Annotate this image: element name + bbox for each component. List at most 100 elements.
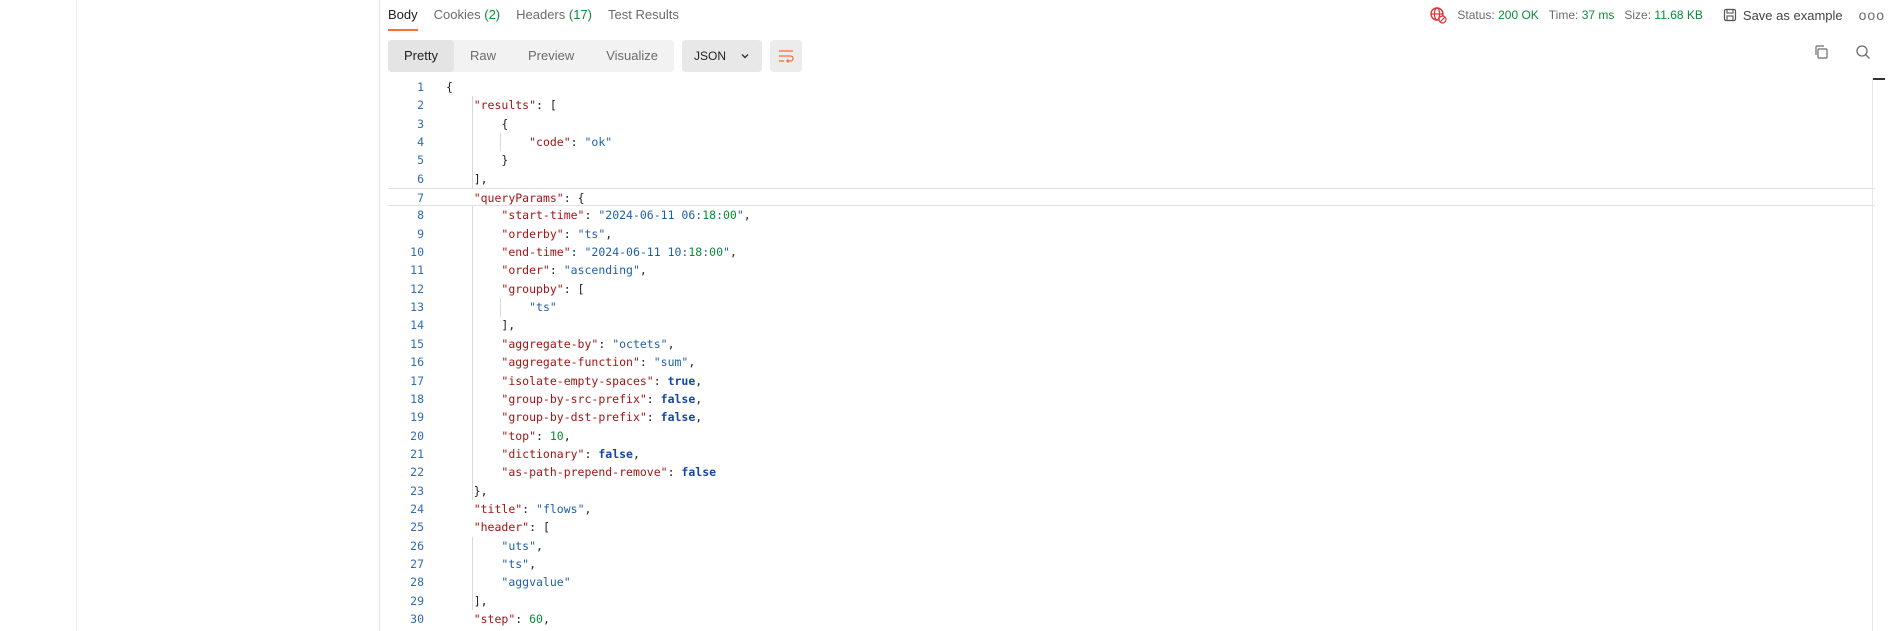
code-line-text: "queryParams": {	[473, 191, 585, 206]
code-line: 8 "start-time": "2024-06-11 06:18:00",	[388, 206, 1875, 224]
line-number: 4	[417, 135, 424, 150]
code-line-text: }	[446, 153, 509, 168]
view-visualize-button[interactable]: Visualize	[590, 40, 674, 72]
copy-icon[interactable]	[1813, 44, 1829, 60]
line-number: 23	[410, 483, 424, 498]
code-line: 25 "header": [	[388, 518, 1875, 536]
code-line-text: {	[446, 80, 453, 94]
code-line-text: "start-time": "2024-06-11 06:18:00",	[501, 208, 751, 223]
response-body-editor[interactable]: 1{2 "results": [3 {4 "code": "ok" 5 } 6 ],…	[388, 78, 1875, 631]
globe-icon[interactable]	[1429, 6, 1447, 24]
search-icon[interactable]	[1855, 44, 1871, 60]
code-line-text: "group-by-src-prefix": false,	[501, 391, 703, 406]
tab-test-results[interactable]: Test Results	[608, 0, 679, 29]
time-text[interactable]: Time: 37 ms	[1549, 8, 1615, 22]
view-pretty-button[interactable]: Pretty	[388, 40, 454, 72]
code-line-text: "title": "flows",	[473, 501, 592, 516]
code-line-text: "step": 60,	[473, 611, 550, 626]
code-line-text: "header": [	[473, 520, 550, 535]
code-line: 9 "orderby": "ts",	[388, 225, 1875, 243]
left-sidebar	[0, 0, 77, 631]
line-number: 7	[417, 191, 424, 206]
format-select[interactable]: JSON	[682, 40, 763, 72]
cookies-count: (2)	[484, 7, 501, 22]
code-line: 14 ],	[388, 316, 1875, 334]
view-preview-button[interactable]: Preview	[512, 40, 590, 72]
code-line: 11 "order": "ascending",	[388, 261, 1875, 279]
code-line-text: "uts",	[501, 538, 543, 553]
indent-guide	[499, 133, 501, 152]
code-line: 6 ],	[388, 170, 1875, 188]
line-number: 5	[417, 153, 424, 168]
code-line: 26 "uts",	[388, 537, 1875, 555]
more-options-icon[interactable]: ooo	[1859, 7, 1885, 23]
code-line-text: "group-by-dst-prefix": false,	[501, 410, 703, 425]
tab-headers[interactable]: Headers (17)	[516, 0, 592, 29]
response-actions	[1813, 44, 1871, 60]
code-line: 28 "aggvalue"	[388, 573, 1875, 591]
headers-count: (17)	[568, 7, 593, 22]
code-line: 29 ],	[388, 592, 1875, 610]
line-number: 22	[410, 465, 424, 480]
chevron-down-icon	[741, 54, 749, 59]
line-number: 6	[417, 171, 424, 186]
code-line: 3 {	[388, 115, 1875, 133]
line-number: 16	[410, 355, 424, 370]
code-line: 22 "as-path-prepend-remove": false	[388, 463, 1875, 481]
line-number: 30	[410, 611, 424, 626]
line-number: 14	[410, 318, 424, 333]
line-number: 19	[410, 410, 424, 425]
code-line-text: "ts"	[529, 300, 557, 315]
code-line: 27 "ts",	[388, 555, 1875, 573]
code-line-text: "dictionary": false,	[501, 446, 640, 461]
line-number: 26	[410, 538, 424, 553]
indent-guide	[499, 298, 501, 317]
code-line: 24 "title": "flows",	[388, 500, 1875, 518]
save-as-example-label: Save as example	[1742, 7, 1843, 23]
code-line: 15 "aggregate-by": "octets",	[388, 335, 1875, 353]
line-number: 2	[417, 98, 424, 113]
code-line-text: "end-time": "2024-06-11 10:18:00",	[501, 245, 737, 260]
line-number: 18	[410, 391, 424, 406]
code-line: 19 "group-by-dst-prefix": false,	[388, 408, 1875, 426]
line-number: 15	[410, 336, 424, 351]
code-line: 2 "results": [	[388, 96, 1875, 114]
wrap-lines-button[interactable]	[770, 40, 803, 72]
tab-cookies[interactable]: Cookies (2)	[434, 0, 500, 29]
tab-body[interactable]: Body	[388, 0, 418, 31]
code-line: 21 "dictionary": false,	[388, 445, 1875, 463]
code-line: 4 "code": "ok"	[388, 133, 1875, 151]
wrap-lines-icon	[779, 50, 794, 63]
response-status-bar: Status: 200 OK Time: 37 ms Size: 11.68 K…	[1429, 0, 1885, 30]
line-number: 11	[410, 263, 424, 278]
code-line-text: "isolate-empty-spaces": true,	[501, 373, 703, 388]
code-line: 20 "top": 10,	[388, 427, 1875, 445]
code-line-text: "ts",	[501, 556, 537, 571]
save-icon	[1723, 8, 1737, 22]
line-number: 24	[410, 501, 424, 516]
view-mode-group: Pretty Raw Preview Visualize	[388, 40, 675, 72]
format-select-value: JSON	[694, 49, 727, 63]
line-number: 9	[417, 226, 424, 241]
code-line: 30 "step": 60,	[388, 610, 1875, 628]
panel-divider[interactable]	[379, 0, 380, 631]
code-line-text: ],	[446, 171, 488, 186]
line-number: 25	[410, 520, 424, 535]
status-text[interactable]: Status: 200 OK	[1457, 8, 1538, 22]
line-number: 10	[410, 245, 424, 260]
code-line: 13 "ts"	[388, 298, 1875, 316]
code-line: 1{	[388, 78, 1875, 96]
indent-guide	[471, 96, 473, 189]
save-as-example-button[interactable]: Save as example	[1723, 8, 1843, 23]
line-number: 27	[410, 556, 424, 571]
size-text[interactable]: Size: 11.68 KB	[1624, 8, 1703, 22]
code-line-text: "order": "ascending",	[501, 263, 647, 278]
code-line-text: ],	[446, 593, 488, 608]
code-line: 5 }	[388, 151, 1875, 169]
indent-guide	[471, 206, 473, 501]
line-number: 13	[410, 300, 424, 315]
code-line-text: "top": 10,	[501, 428, 571, 443]
response-tabs: Body Cookies (2) Headers (17) Test Resul…	[388, 0, 679, 31]
view-raw-button[interactable]: Raw	[454, 40, 512, 72]
code-line-text: "aggregate-by": "octets",	[501, 336, 675, 351]
